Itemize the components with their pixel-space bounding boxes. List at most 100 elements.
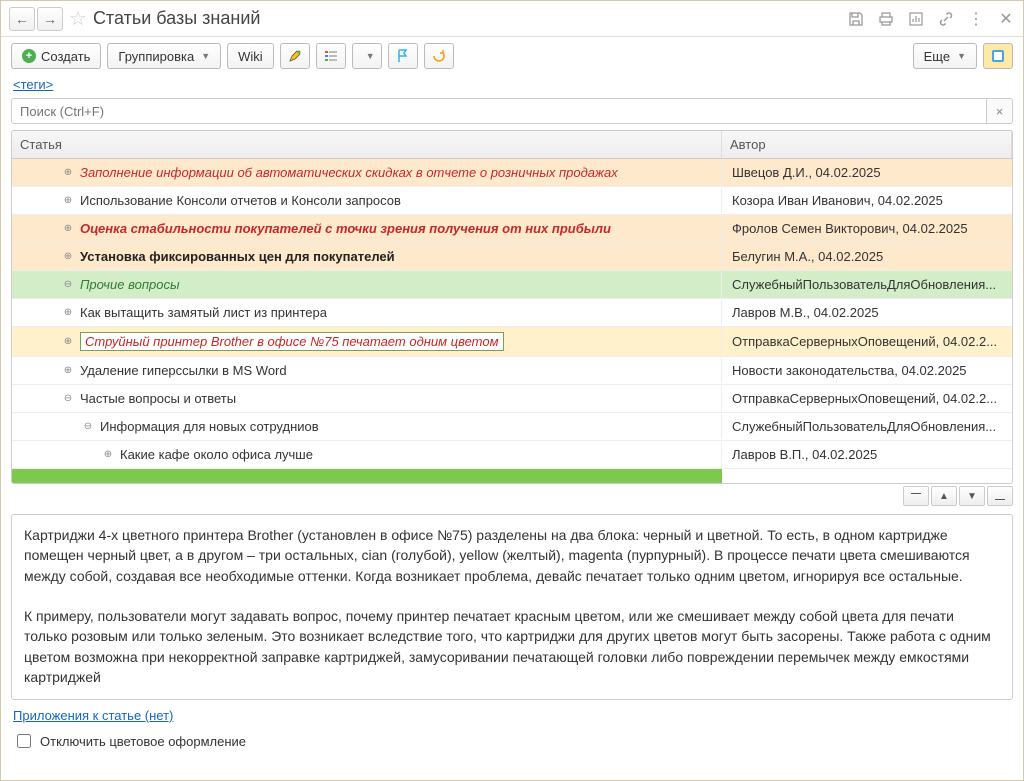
article-title: Использование Консоли отчетов и Консоли … xyxy=(80,193,401,208)
expand-icon[interactable]: ⊕ xyxy=(62,167,74,178)
report-icon[interactable] xyxy=(907,10,925,28)
expand-icon[interactable]: ⊕ xyxy=(62,195,74,206)
cell-article: ⊕ Струйный принтер Brother в офисе №75 пе… xyxy=(12,327,722,356)
table-row[interactable]: ⊖ Прочие вопросы СлужебныйПользовательДляО… xyxy=(12,271,1012,299)
disable-colors-row: Отключить цветовое оформление xyxy=(1,725,1023,757)
search-bar: × xyxy=(1,98,1023,130)
cell-article: ⊕ Как вытащить замятый лист из принтера xyxy=(12,300,722,325)
disable-colors-label: Отключить цветовое оформление xyxy=(40,734,246,749)
chevron-down-icon: ▼ xyxy=(957,51,966,61)
article-title: Как вытащить замятый лист из принтера xyxy=(80,305,327,320)
expand-icon[interactable]: ⊕ xyxy=(62,223,74,234)
scroll-top-button[interactable] xyxy=(903,486,929,506)
article-title: Информация для новых сотрудниов xyxy=(100,419,319,434)
grouping-label: Группировка xyxy=(118,49,194,64)
table-row[interactable]: ⊕Какие кафе около офиса лучшеЛавров В.П.… xyxy=(12,441,1012,469)
column-author[interactable]: Автор xyxy=(722,131,1012,158)
expand-icon[interactable]: ⊕ xyxy=(62,251,74,262)
search-input[interactable] xyxy=(11,98,987,124)
table-row[interactable]: ⊖Частые вопросы и ответыОтправкаСерверны… xyxy=(12,385,1012,413)
collapse-icon[interactable]: ⊖ xyxy=(62,393,74,404)
more-button[interactable]: Еще ▼ xyxy=(913,43,977,69)
cell-author: Козора Иван Иванович, 04.02.2025 xyxy=(722,188,1012,213)
flag-button[interactable] xyxy=(388,43,418,69)
cell-author: Фролов Семен Викторович, 04.02.2025 xyxy=(722,216,1012,241)
article-title: Прочие вопросы xyxy=(80,277,180,292)
cell-author: Новости законодательства, 04.02.2025 xyxy=(722,358,1012,383)
title-bar: ← → ☆ Статьи базы знаний ⋮ ✕ xyxy=(1,1,1023,37)
table-row[interactable]: ⊕ Удаление гиперссылки в MS Word Новости з… xyxy=(12,357,1012,385)
content-p2: К примеру, пользователи могут задавать в… xyxy=(24,606,1000,687)
table-button[interactable]: ▼ xyxy=(352,43,382,69)
print-icon[interactable] xyxy=(877,10,895,28)
collapse-icon[interactable]: ⊖ xyxy=(82,421,94,432)
wiki-button[interactable]: Wiki xyxy=(227,43,274,69)
chevron-down-icon: ▼ xyxy=(201,51,210,61)
cell-article: ⊖ Прочие вопросы xyxy=(12,272,722,297)
content-p1: Картриджи 4-х цветного принтера Brother … xyxy=(24,525,1000,586)
create-label: Создать xyxy=(41,49,90,64)
table-row[interactable]: ⊕ Заполнение информации об автоматических… xyxy=(12,159,1012,187)
horizontal-scroll-thumb[interactable] xyxy=(12,469,722,483)
table-row[interactable]: ⊕ Установка фиксированных цен для покупат… xyxy=(12,243,1012,271)
collapse-icon[interactable]: ⊖ xyxy=(62,279,74,290)
articles-grid: Статья Автор ⊕ Заполнение информации об а… xyxy=(11,130,1013,484)
table-row[interactable]: ⊕ Оценка стабильности покупателей с точки… xyxy=(12,215,1012,243)
article-content[interactable]: Картриджи 4-х цветного принтера Brother … xyxy=(11,514,1013,700)
close-icon[interactable]: ✕ xyxy=(997,10,1015,28)
grid-header: Статья Автор xyxy=(12,131,1012,159)
cell-article: ⊕ Заполнение информации об автоматических… xyxy=(12,160,722,185)
cell-author: Швецов Д.И., 04.02.2025 xyxy=(722,160,1012,185)
chevron-down-icon: ▼ xyxy=(366,51,375,61)
grid-nav-arrows: ▲ ▼ xyxy=(1,484,1023,510)
cell-author: ОтправкаСерверныхОповещений, 04.02.2... xyxy=(722,329,1012,354)
disable-colors-checkbox[interactable] xyxy=(17,734,31,748)
expand-icon[interactable]: ⊕ xyxy=(62,307,74,318)
cell-article: ⊕ Какие кафе около офиса лучше xyxy=(12,442,722,467)
scroll-bottom-button[interactable] xyxy=(987,486,1013,506)
table-row[interactable]: ⊕ Использование Консоли отчетов и Консоли… xyxy=(12,187,1012,215)
article-title: Установка фиксированных цен для покупате… xyxy=(80,249,395,264)
cell-article: ⊕ Установка фиксированных цен для покупат… xyxy=(12,244,722,269)
grouping-button[interactable]: Группировка ▼ xyxy=(107,43,221,69)
table-row[interactable]: ⊖ Информация для новых сотрудниов Служебны… xyxy=(12,413,1012,441)
refresh-button[interactable] xyxy=(424,43,454,69)
cell-article: ⊖ Частые вопросы и ответы xyxy=(12,386,722,411)
star-icon[interactable]: ☆ xyxy=(69,6,87,31)
cell-article: ⊖ Информация для новых сотрудниов xyxy=(12,414,722,439)
article-title: Удаление гиперссылки в MS Word xyxy=(80,363,287,378)
highlight-button[interactable] xyxy=(280,43,310,69)
tags-link[interactable]: <теги> xyxy=(1,75,1023,98)
create-button[interactable]: + Создать xyxy=(11,43,101,69)
expand-icon[interactable]: ⊕ xyxy=(62,336,74,347)
expand-icon[interactable]: ⊕ xyxy=(62,365,74,376)
cell-author: Лавров М.В., 04.02.2025 xyxy=(722,300,1012,325)
table-row[interactable]: ⊕ Струйный принтер Brother в офисе №75 пе… xyxy=(12,327,1012,357)
link-icon[interactable] xyxy=(937,10,955,28)
toolbar: + Создать Группировка ▼ Wiki ▼ Еще ▼ xyxy=(1,37,1023,75)
grid-body[interactable]: ⊕ Заполнение информации об автоматических… xyxy=(12,159,1012,483)
cell-author: СлужебныйПользовательДляОбновления... xyxy=(722,414,1012,439)
help-button[interactable] xyxy=(983,43,1013,69)
scroll-up-button[interactable]: ▲ xyxy=(931,486,957,506)
plus-icon: + xyxy=(22,49,36,63)
search-clear-button[interactable]: × xyxy=(987,98,1013,124)
save-icon[interactable] xyxy=(847,10,865,28)
attachments-link[interactable]: Приложения к статье (нет) xyxy=(1,706,185,725)
article-title: Заполнение информации об автоматических … xyxy=(80,165,618,180)
article-title: Струйный принтер Brother в офисе №75 печ… xyxy=(80,332,504,351)
nav-forward-button[interactable]: → xyxy=(37,7,63,31)
article-title: Частые вопросы и ответы xyxy=(80,391,236,406)
cell-article: ⊕ Оценка стабильности покупателей с точки… xyxy=(12,216,722,241)
article-title: Какие кафе около офиса лучше xyxy=(120,447,313,462)
title-bar-actions: ⋮ ✕ xyxy=(847,10,1015,28)
cell-author: СлужебныйПользовательДляОбновления... xyxy=(722,272,1012,297)
more-icon[interactable]: ⋮ xyxy=(967,10,985,28)
expand-icon[interactable]: ⊕ xyxy=(102,449,114,460)
table-row[interactable]: ⊕ Как вытащить замятый лист из принтера Ла… xyxy=(12,299,1012,327)
scroll-down-button[interactable]: ▼ xyxy=(959,486,985,506)
column-article[interactable]: Статья xyxy=(12,131,722,158)
list-color-button[interactable] xyxy=(316,43,346,69)
nav-back-button[interactable]: ← xyxy=(9,7,35,31)
article-title: Оценка стабильности покупателей с точки … xyxy=(80,221,611,236)
